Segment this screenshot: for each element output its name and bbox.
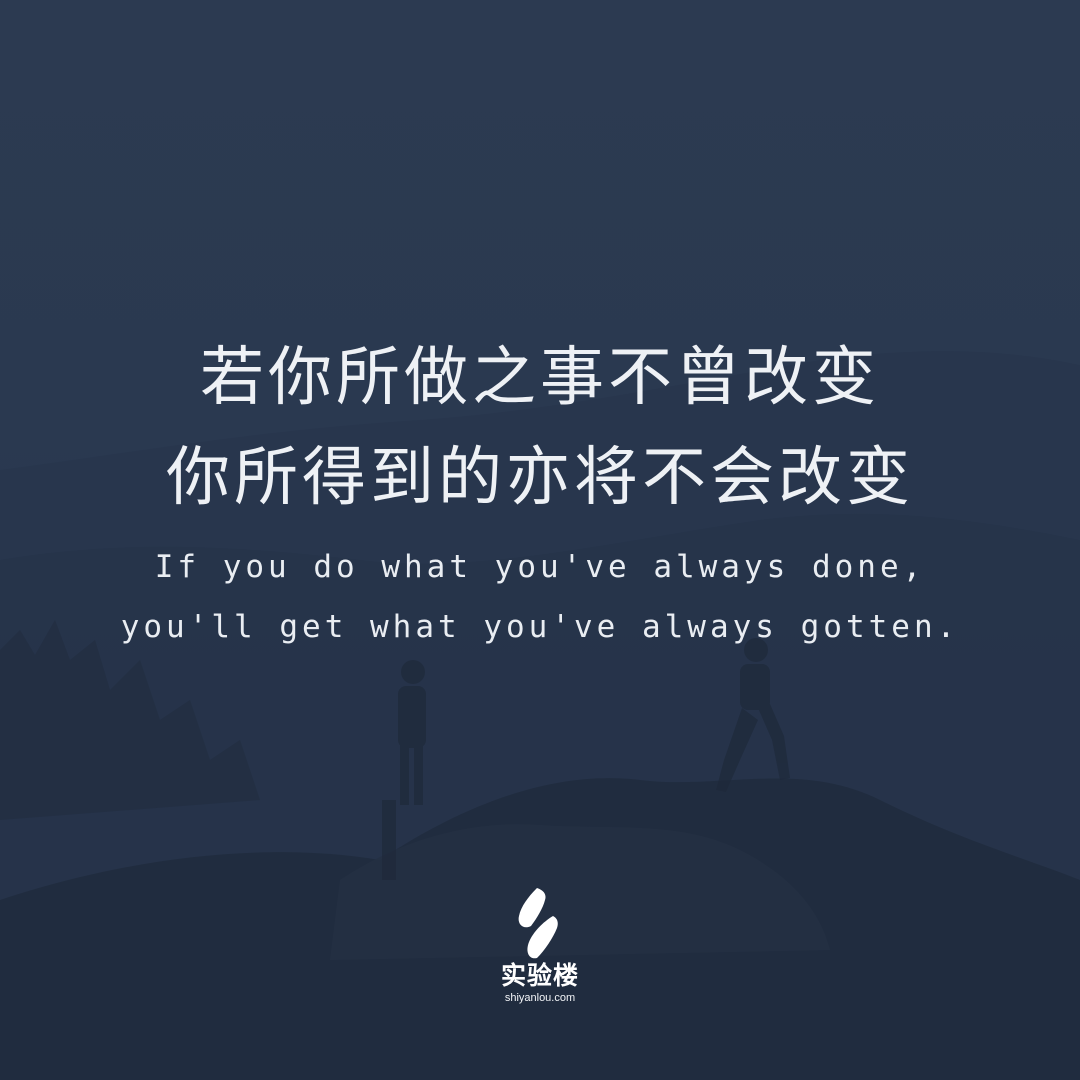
brand-name: 实验楼: [500, 961, 579, 990]
quote-english-line-1: If you do what you've always done,: [154, 549, 926, 585]
brand-url: shiyanlou.com: [504, 992, 576, 1004]
quote-chinese-line-2: 你所得到的亦将不会改变: [166, 441, 914, 515]
shiyanlou-logo-icon: [518, 888, 558, 959]
quote-chinese-line-1: 若你所做之事不曾改变: [200, 341, 880, 415]
quote-card: 若你所做之事不曾改变 你所得到的亦将不会改变 If you do what yo…: [0, 0, 1080, 1080]
quote-english-line-2: you'll get what you've always gotten.: [120, 609, 960, 645]
